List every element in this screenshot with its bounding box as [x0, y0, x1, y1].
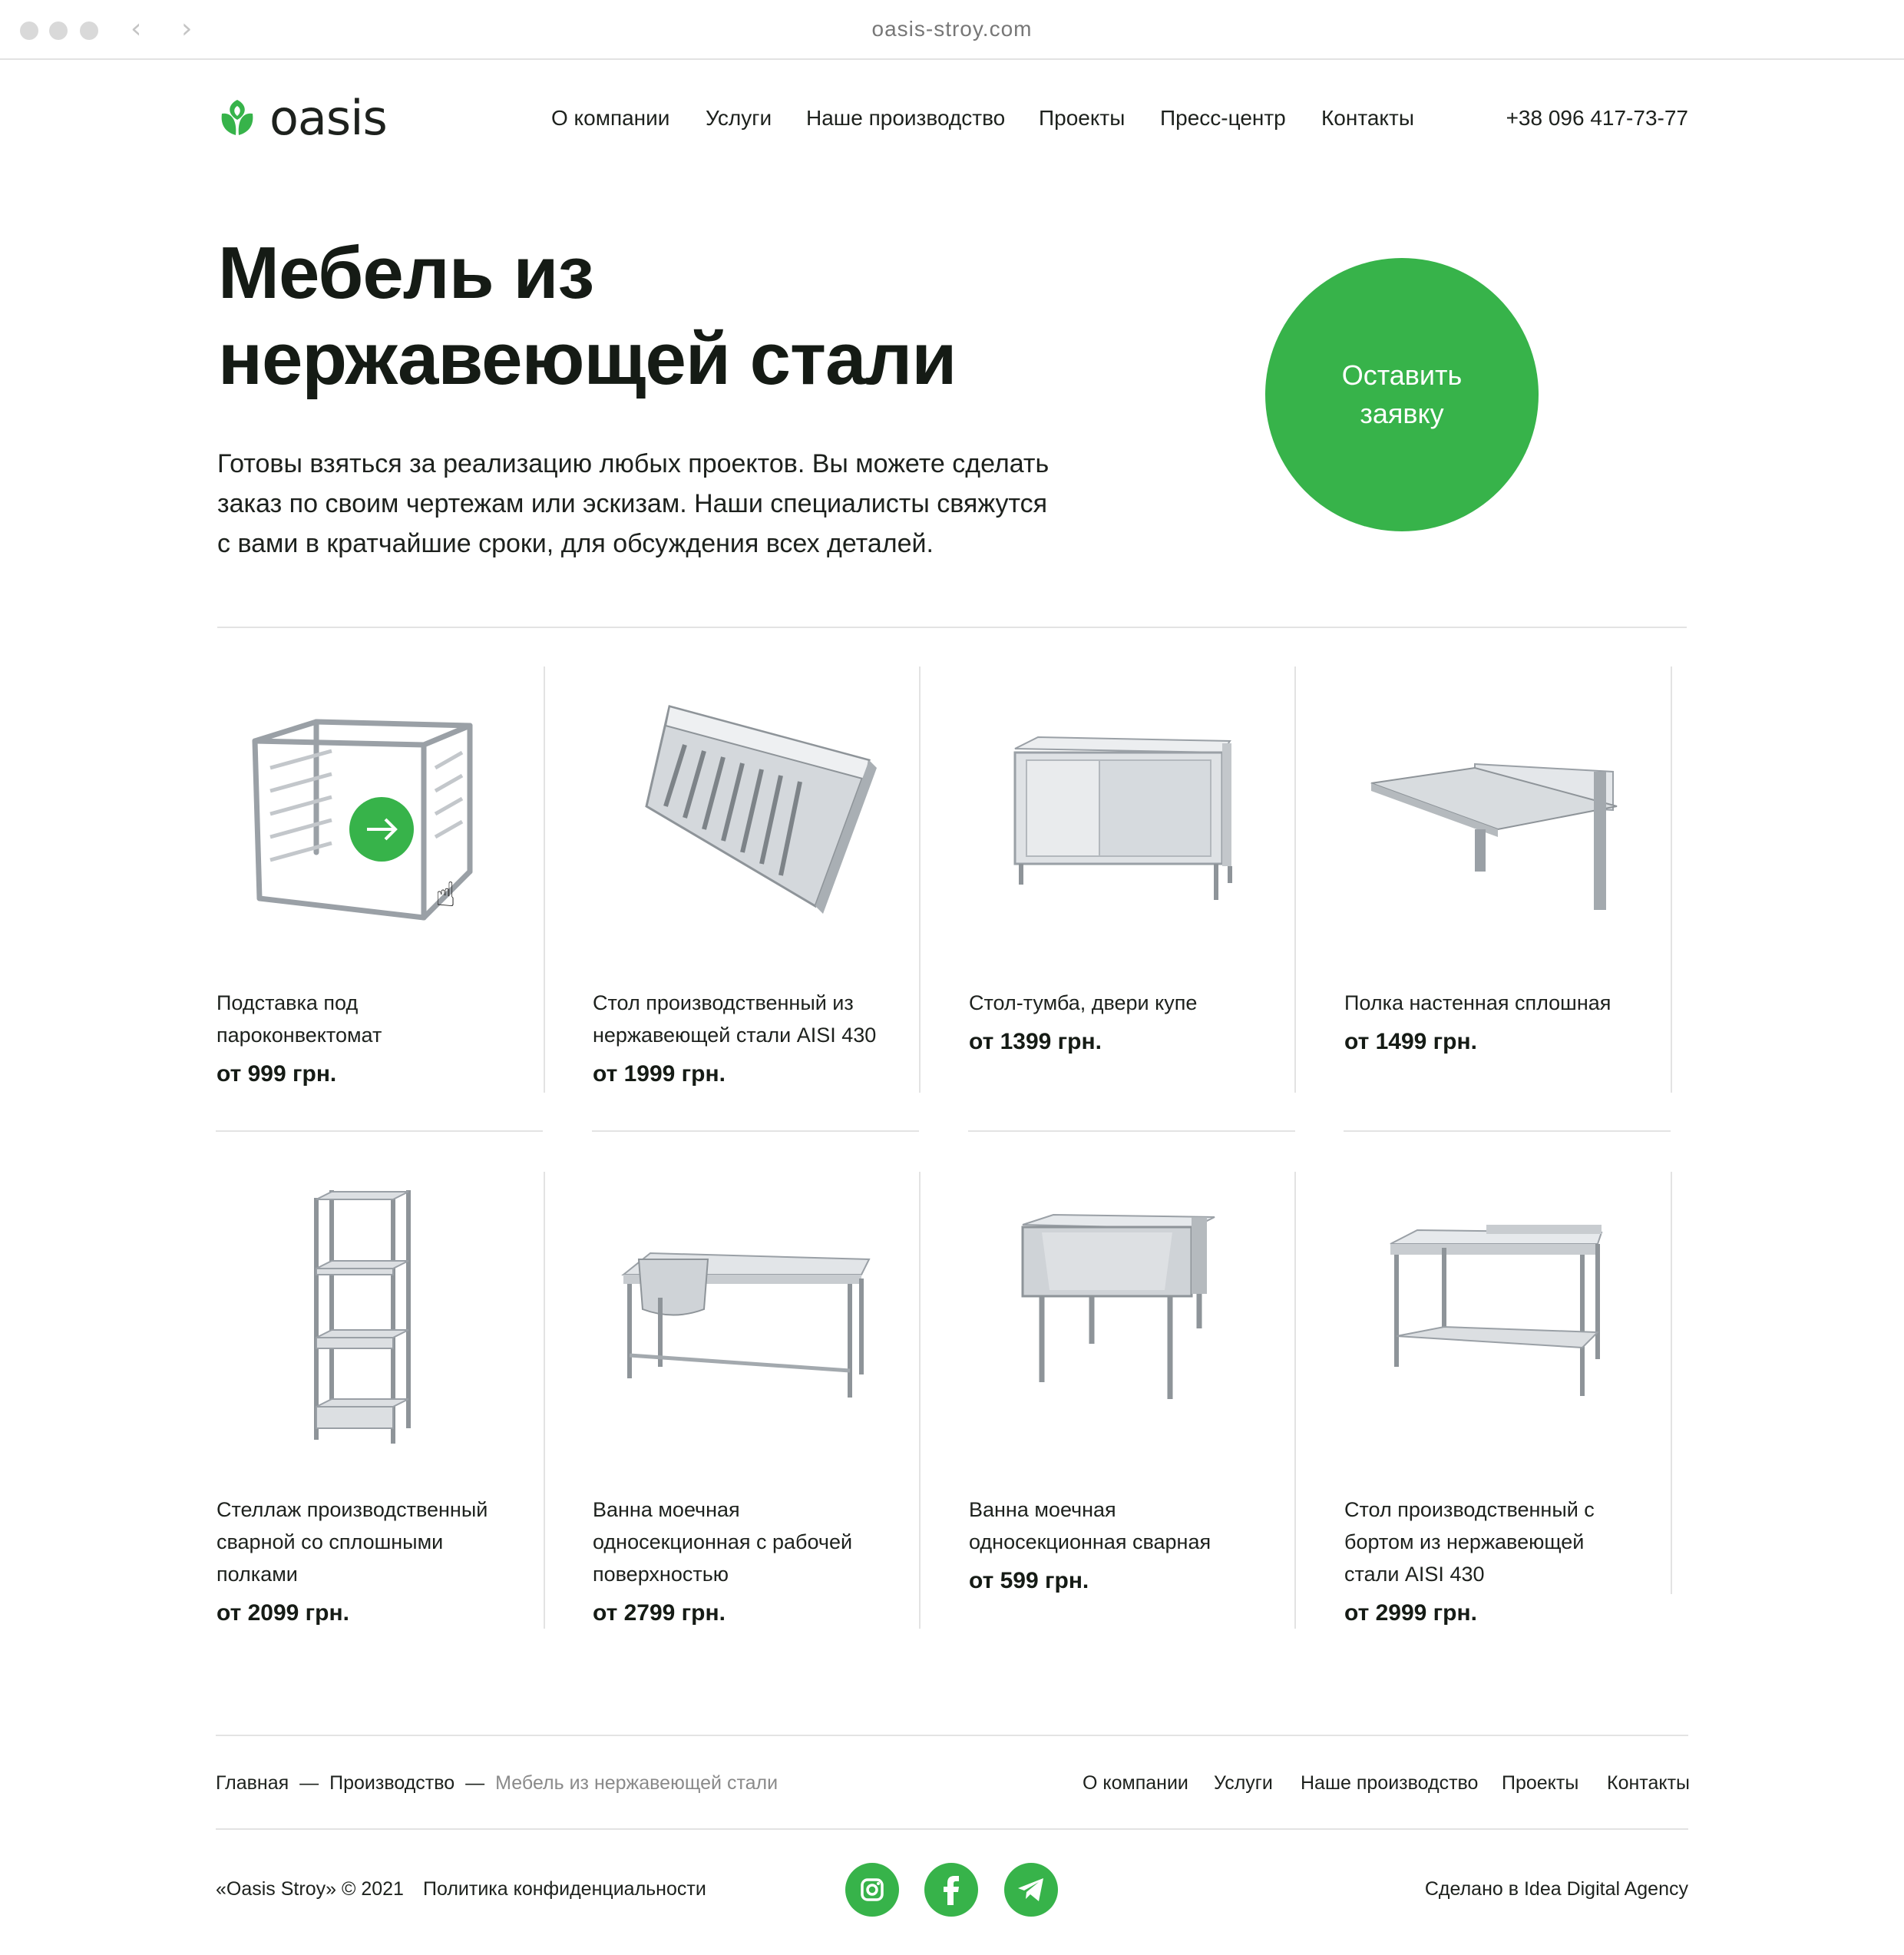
hero-text-line-2: заказ по своим чертежам или эскизам. Наш… — [217, 489, 1048, 518]
row-divider — [968, 1130, 1295, 1132]
product-name-line: полками — [217, 1563, 298, 1586]
grid-divider — [544, 1172, 545, 1629]
footer-nav-services[interactable]: Услуги — [1214, 1772, 1273, 1795]
request-button[interactable]: Оставить заявку — [1265, 258, 1539, 531]
product-name-line: стали AISI 430 — [1344, 1563, 1485, 1586]
product-name-line: односекционная с рабочей — [593, 1530, 853, 1553]
hero-text-line-3: с вами в кратчайшие сроки, для обсуждени… — [217, 529, 934, 558]
logo[interactable]: oasis — [216, 90, 388, 146]
product-price: от 1999 грн. — [593, 1061, 726, 1087]
cta-line-2: заявку — [1360, 398, 1444, 429]
nav-production[interactable]: Наше производство — [806, 106, 1005, 131]
breadcrumb-separator: — — [299, 1772, 319, 1794]
facebook-icon[interactable] — [924, 1863, 978, 1917]
product-name-line: сварной со сплошными — [217, 1530, 444, 1553]
product-card-shelving[interactable]: Стеллаж производственный сварной со спло… — [217, 1183, 539, 1628]
grid-divider — [1294, 667, 1296, 1093]
product-price: от 2099 грн. — [217, 1600, 349, 1626]
product-price: от 599 грн. — [969, 1568, 1089, 1593]
product-name-line: Стеллаж производственный — [217, 1498, 488, 1521]
leaf-logo-icon — [221, 100, 253, 135]
title-line-2: нержавеющей стали — [218, 318, 957, 400]
grid-divider — [1671, 667, 1672, 1093]
instagram-icon[interactable] — [845, 1863, 899, 1917]
sink-table-image — [621, 1252, 871, 1398]
row-divider — [592, 1130, 919, 1132]
grid-divider — [919, 667, 921, 1093]
instagram-glyph — [861, 1878, 884, 1901]
row-divider — [216, 1130, 543, 1132]
breadcrumb: Главная — Производство — Мебель из нержавеющ… — [216, 1772, 778, 1795]
single-sink-image — [1021, 1213, 1215, 1399]
product-name-line: Полка настенная сплошная — [1344, 991, 1611, 1014]
svg-text:☝: ☝ — [435, 875, 456, 915]
wall-shelf-image — [1370, 762, 1618, 910]
breadcrumb-home[interactable]: Главная — [216, 1772, 289, 1795]
nav-about[interactable]: О компании — [551, 106, 669, 131]
address-bar[interactable]: oasis-stroy.com — [0, 17, 1904, 41]
privacy-policy-link[interactable]: Политика конфиденциальности — [423, 1878, 706, 1900]
row-divider — [1344, 1130, 1671, 1132]
made-by-link[interactable]: Сделано в Idea Digital Agency — [1425, 1878, 1688, 1900]
phone-number[interactable]: +38 096 417-73-77 — [1506, 106, 1688, 131]
hero-description: Готовы взяться за реализацию любых проек… — [217, 444, 1092, 564]
facebook-glyph — [944, 1876, 959, 1905]
telegram-icon[interactable] — [1004, 1863, 1058, 1917]
exhaust-hood-image — [645, 705, 877, 914]
breadcrumb-current: Мебель из нержавеющей стали — [495, 1772, 778, 1794]
hero-divider — [217, 627, 1687, 628]
nav-press[interactable]: Пресс-центр — [1160, 106, 1286, 131]
breadcrumb-production[interactable]: Производство — [329, 1772, 455, 1795]
product-name-line: поверхностью — [593, 1563, 729, 1586]
product-card-work-table[interactable]: Стол производственный с бортом из нержав… — [1344, 1183, 1667, 1628]
product-name-line: Ванна моечная — [593, 1498, 740, 1521]
title-line-1: Мебель из — [218, 232, 594, 314]
product-price: от 2999 грн. — [1344, 1600, 1477, 1626]
shelving-rack-image — [314, 1190, 411, 1444]
footer-nav-contacts[interactable]: Контакты — [1607, 1772, 1690, 1795]
footer-nav-about[interactable]: О компании — [1083, 1772, 1188, 1795]
cta-line-1: Оставить — [1341, 359, 1463, 391]
product-name-line: односекционная сварная — [969, 1530, 1211, 1553]
product-card-hood[interactable]: Стол производственный из нержавеющей ста… — [593, 676, 915, 1106]
browser-chrome: ‹ › oasis-stroy.com — [0, 0, 1904, 60]
product-card-cabinet[interactable]: Стол-тумба, двери купе от 1399 грн. — [969, 676, 1291, 1106]
product-name-line: Стол производственный из — [593, 991, 854, 1014]
footer-nav-projects[interactable]: Проекты — [1502, 1772, 1578, 1795]
logo-text: oasis — [269, 90, 388, 146]
hero-text-line-1: Готовы взяться за реализацию любых проек… — [217, 449, 1050, 478]
product-name-line: Стол производственный с — [1344, 1498, 1595, 1521]
product-name-line: пароконвектомат — [217, 1024, 382, 1047]
product-name-line: бортом из нержавеющей — [1344, 1530, 1585, 1553]
grid-divider — [544, 667, 545, 1093]
stand-rack-image: ☝ — [252, 719, 473, 921]
product-price: от 999 грн. — [217, 1061, 337, 1087]
grid-divider — [919, 1172, 921, 1629]
grid-divider — [1294, 1172, 1296, 1629]
footer-nav-production[interactable]: Наше производство — [1301, 1772, 1478, 1795]
footer-divider — [216, 1828, 1688, 1830]
product-price: от 2799 грн. — [593, 1600, 726, 1626]
page-title: Мебель из нержавеющей стали — [218, 230, 1063, 402]
product-name-line: нержавеющей стали AISI 430 — [593, 1024, 877, 1047]
product-card-sink-table[interactable]: Ванна моечная односекционная с рабочей п… — [593, 1183, 915, 1628]
product-card-single-sink[interactable]: Ванна моечная односекционная сварная от … — [969, 1183, 1291, 1628]
cabinet-table-image — [1013, 736, 1232, 900]
breadcrumb-separator: — — [465, 1772, 485, 1794]
product-name-line: Ванна моечная — [969, 1498, 1116, 1521]
work-table-image — [1390, 1225, 1603, 1396]
product-name-line: Подставка под — [217, 991, 359, 1014]
nav-projects[interactable]: Проекты — [1039, 106, 1125, 131]
footer-divider — [216, 1735, 1688, 1736]
product-card-shelf[interactable]: Полка настенная сплошная от 1499 грн. — [1344, 676, 1667, 1106]
copyright: «Oasis Stroy» © 2021 — [216, 1878, 404, 1900]
product-price: от 1499 грн. — [1344, 1029, 1477, 1054]
grid-divider — [1671, 1172, 1672, 1594]
telegram-glyph — [1018, 1878, 1043, 1901]
product-name-line: Стол-тумба, двери купе — [969, 991, 1198, 1014]
nav-contacts[interactable]: Контакты — [1321, 106, 1414, 131]
product-price: от 1399 грн. — [969, 1029, 1102, 1054]
nav-services[interactable]: Услуги — [706, 106, 772, 131]
product-card-stand[interactable]: ☝ Подставка под пароконвектомат от 999 г… — [217, 676, 539, 1106]
